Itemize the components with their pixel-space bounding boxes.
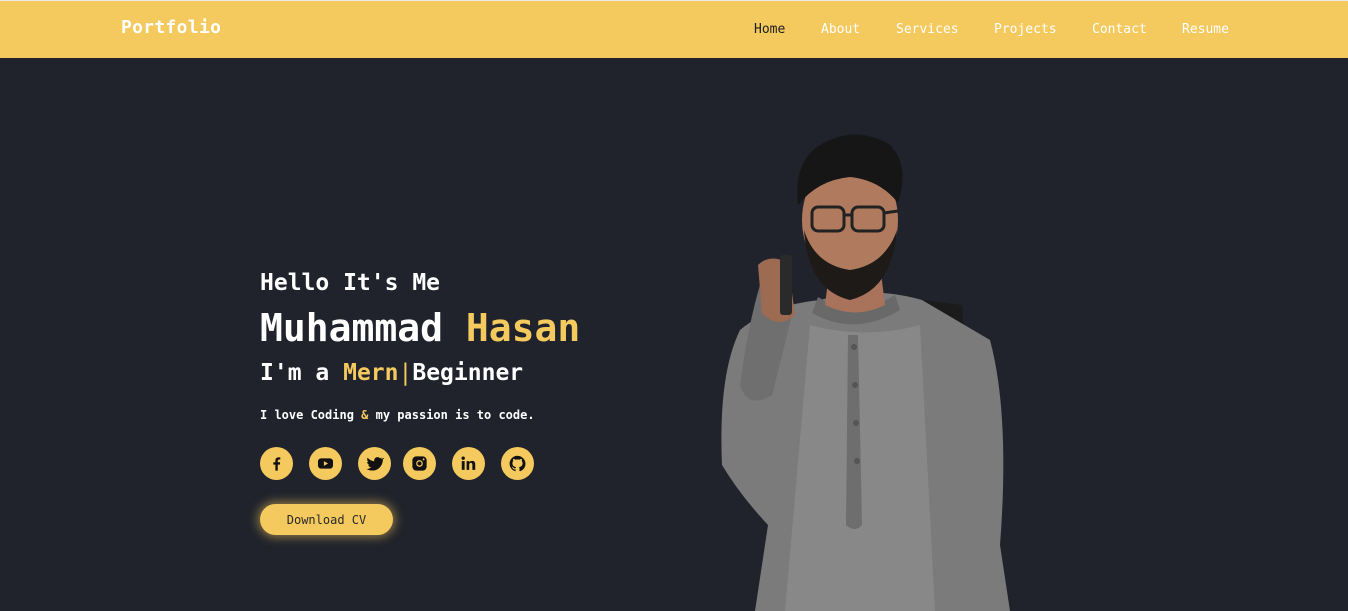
nav-home[interactable]: Home — [754, 22, 785, 37]
nav-projects[interactable]: Projects — [994, 22, 1057, 37]
typing-cursor: | — [398, 360, 413, 386]
greeting-heading: Hello It's Me — [260, 270, 441, 296]
tagline-part1: I love Coding — [260, 408, 354, 422]
linkedin-link[interactable] — [452, 447, 485, 480]
twitter-link[interactable] — [358, 447, 391, 480]
download-cv-button[interactable]: Download CV — [260, 504, 393, 535]
github-link[interactable] — [501, 447, 534, 480]
nav-services[interactable]: Services — [896, 22, 959, 37]
youtube-link[interactable] — [309, 447, 342, 480]
role-rest: Beginner — [412, 360, 524, 386]
name-first: Muhammad — [260, 306, 444, 350]
youtube-icon — [317, 458, 334, 469]
instagram-link[interactable] — [403, 447, 436, 480]
role-heading: I'm a Mern|Beginner — [260, 360, 523, 386]
tagline-amp: & — [361, 408, 369, 422]
facebook-link[interactable] — [260, 447, 293, 480]
github-icon — [509, 455, 526, 472]
twitter-icon — [366, 457, 384, 471]
nav-about[interactable]: About — [821, 22, 860, 37]
nav-resume[interactable]: Resume — [1182, 22, 1229, 37]
role-prefix: I'm a — [260, 360, 330, 386]
site-logo[interactable]: Portfolio — [121, 17, 221, 38]
top-navbar: Portfolio Home About Services Projects C… — [0, 0, 1348, 58]
linkedin-icon — [461, 456, 476, 470]
nav-contact[interactable]: Contact — [1092, 22, 1147, 37]
name-heading: Muhammad Hasan — [260, 306, 580, 350]
profile-photo — [721, 134, 1010, 611]
tagline-part2: my passion is to code. — [375, 408, 535, 422]
name-last: Hasan — [465, 306, 581, 350]
role-highlight: Mern — [343, 360, 399, 386]
instagram-icon — [412, 456, 427, 471]
facebook-icon — [273, 457, 281, 471]
tagline: I love Coding & my passion is to code. — [260, 408, 535, 422]
